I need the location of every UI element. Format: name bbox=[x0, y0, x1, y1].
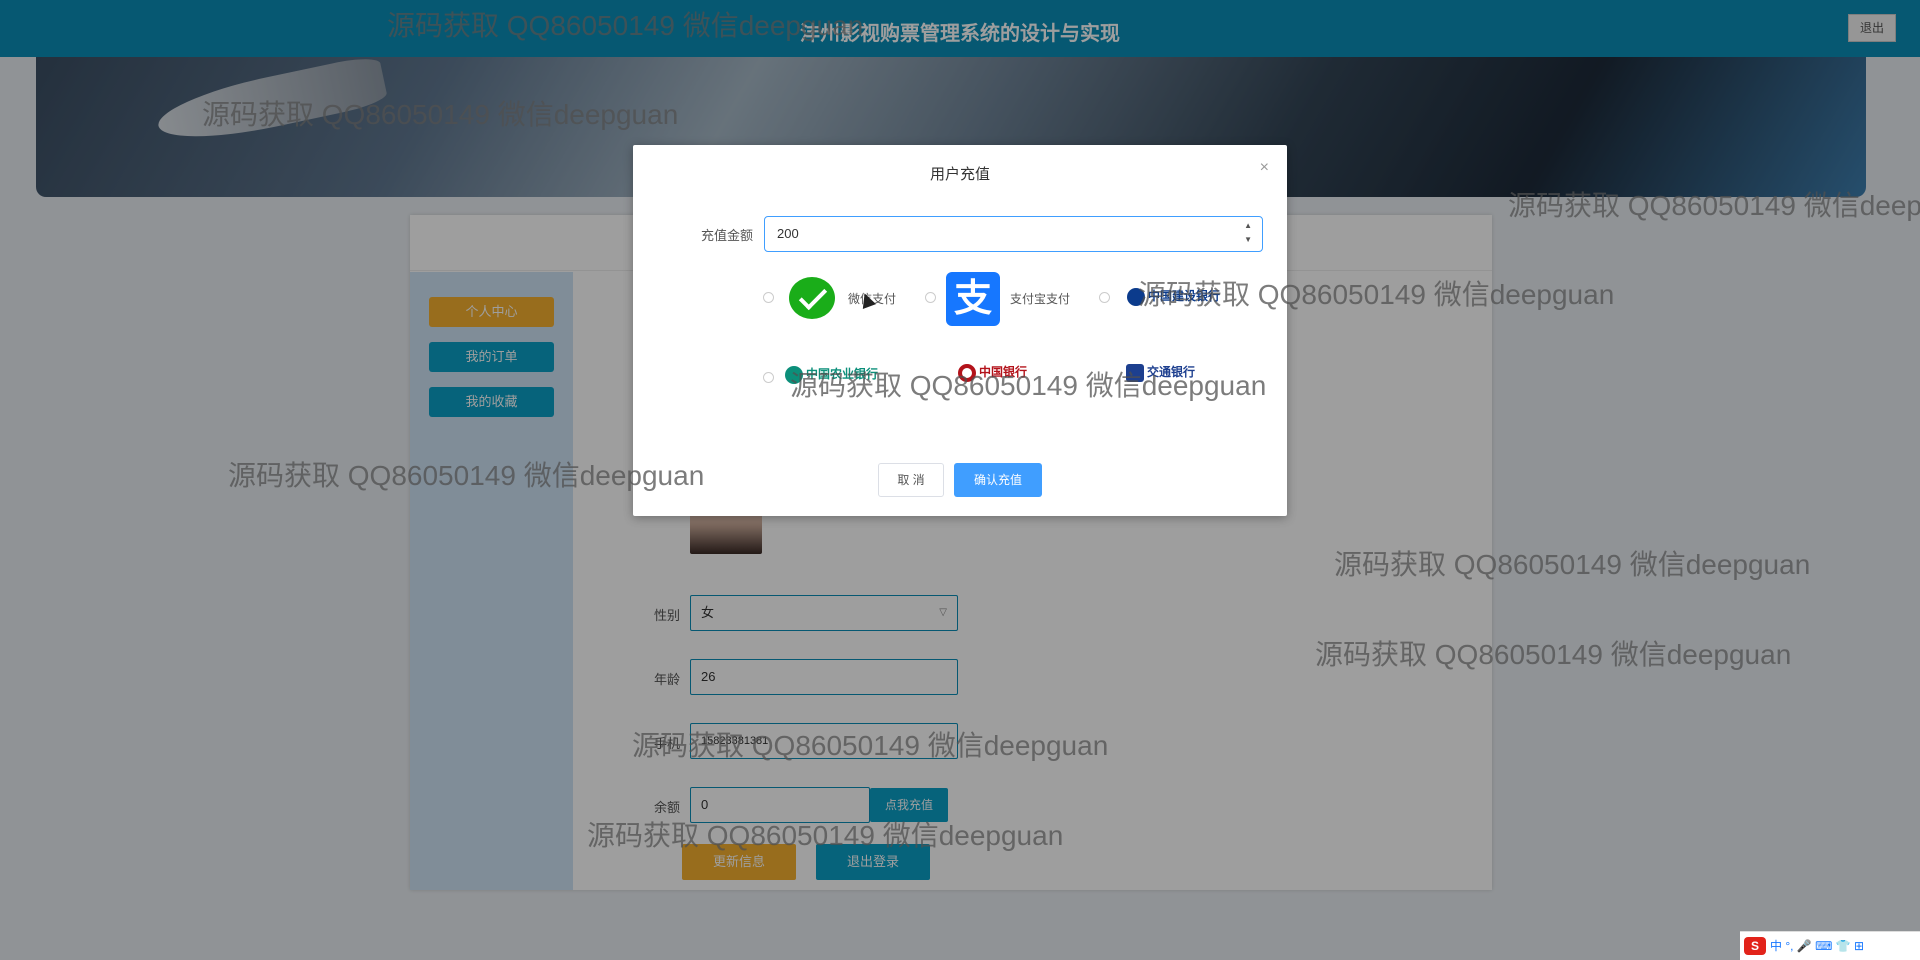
number-stepper[interactable]: ▲ ▼ bbox=[1244, 219, 1252, 247]
radio-ccb[interactable] bbox=[1099, 292, 1110, 303]
amount-value: 200 bbox=[777, 226, 799, 241]
amount-label: 充值金额 bbox=[700, 228, 753, 243]
wechat-pay-icon[interactable] bbox=[789, 277, 835, 319]
alipay-label[interactable]: 支付宝支付 bbox=[1010, 290, 1070, 307]
system-tray: S中 °, 🎤 ⌨ 👕 ⊞ bbox=[1740, 931, 1920, 960]
watermark: 源码获取 QQ86050149 微信deepguan bbox=[202, 99, 679, 130]
watermark: 源码获取 QQ86050149 微信deepguan bbox=[228, 460, 705, 491]
watermark: 源码获取 QQ86050149 微信deepguan bbox=[790, 370, 1267, 401]
radio-abc[interactable] bbox=[763, 372, 774, 383]
dialog-title: 用户充值 bbox=[929, 166, 990, 183]
radio-alipay[interactable] bbox=[925, 292, 936, 303]
confirm-recharge-button[interactable]: 确认充值 bbox=[954, 463, 1042, 497]
ime-language[interactable]: 中 bbox=[1770, 939, 1782, 953]
tray-icons[interactable]: °, 🎤 ⌨ 👕 ⊞ bbox=[1785, 939, 1864, 953]
watermark: 源码获取 QQ86050149 微信deepguan bbox=[1138, 279, 1615, 310]
watermark: 源码获取 QQ86050149 微信deepguan bbox=[1334, 549, 1811, 580]
watermark: 源码获取 QQ86050149 微信deepguan bbox=[1508, 190, 1920, 221]
amount-input[interactable]: 200 ▲ ▼ bbox=[764, 216, 1263, 252]
radio-wechat[interactable] bbox=[763, 292, 774, 303]
watermark: 源码获取 QQ86050149 微信deepguan bbox=[1315, 639, 1792, 670]
recharge-dialog: 用户充值 × 充值金额 200 ▲ ▼ 微信支付 支 支付宝支付 中国建设银行 中… bbox=[633, 145, 1287, 516]
close-icon[interactable]: × bbox=[1260, 159, 1269, 177]
sogou-ime-icon[interactable]: S bbox=[1744, 937, 1766, 955]
watermark: 源码获取 QQ86050149 微信deepguan bbox=[632, 730, 1109, 761]
watermark: 源码获取 QQ86050149 微信deepguan bbox=[387, 10, 864, 41]
alipay-icon[interactable]: 支 bbox=[946, 272, 1000, 326]
cancel-button[interactable]: 取 消 bbox=[878, 463, 944, 497]
watermark: 源码获取 QQ86050149 微信deepguan bbox=[587, 820, 1064, 851]
